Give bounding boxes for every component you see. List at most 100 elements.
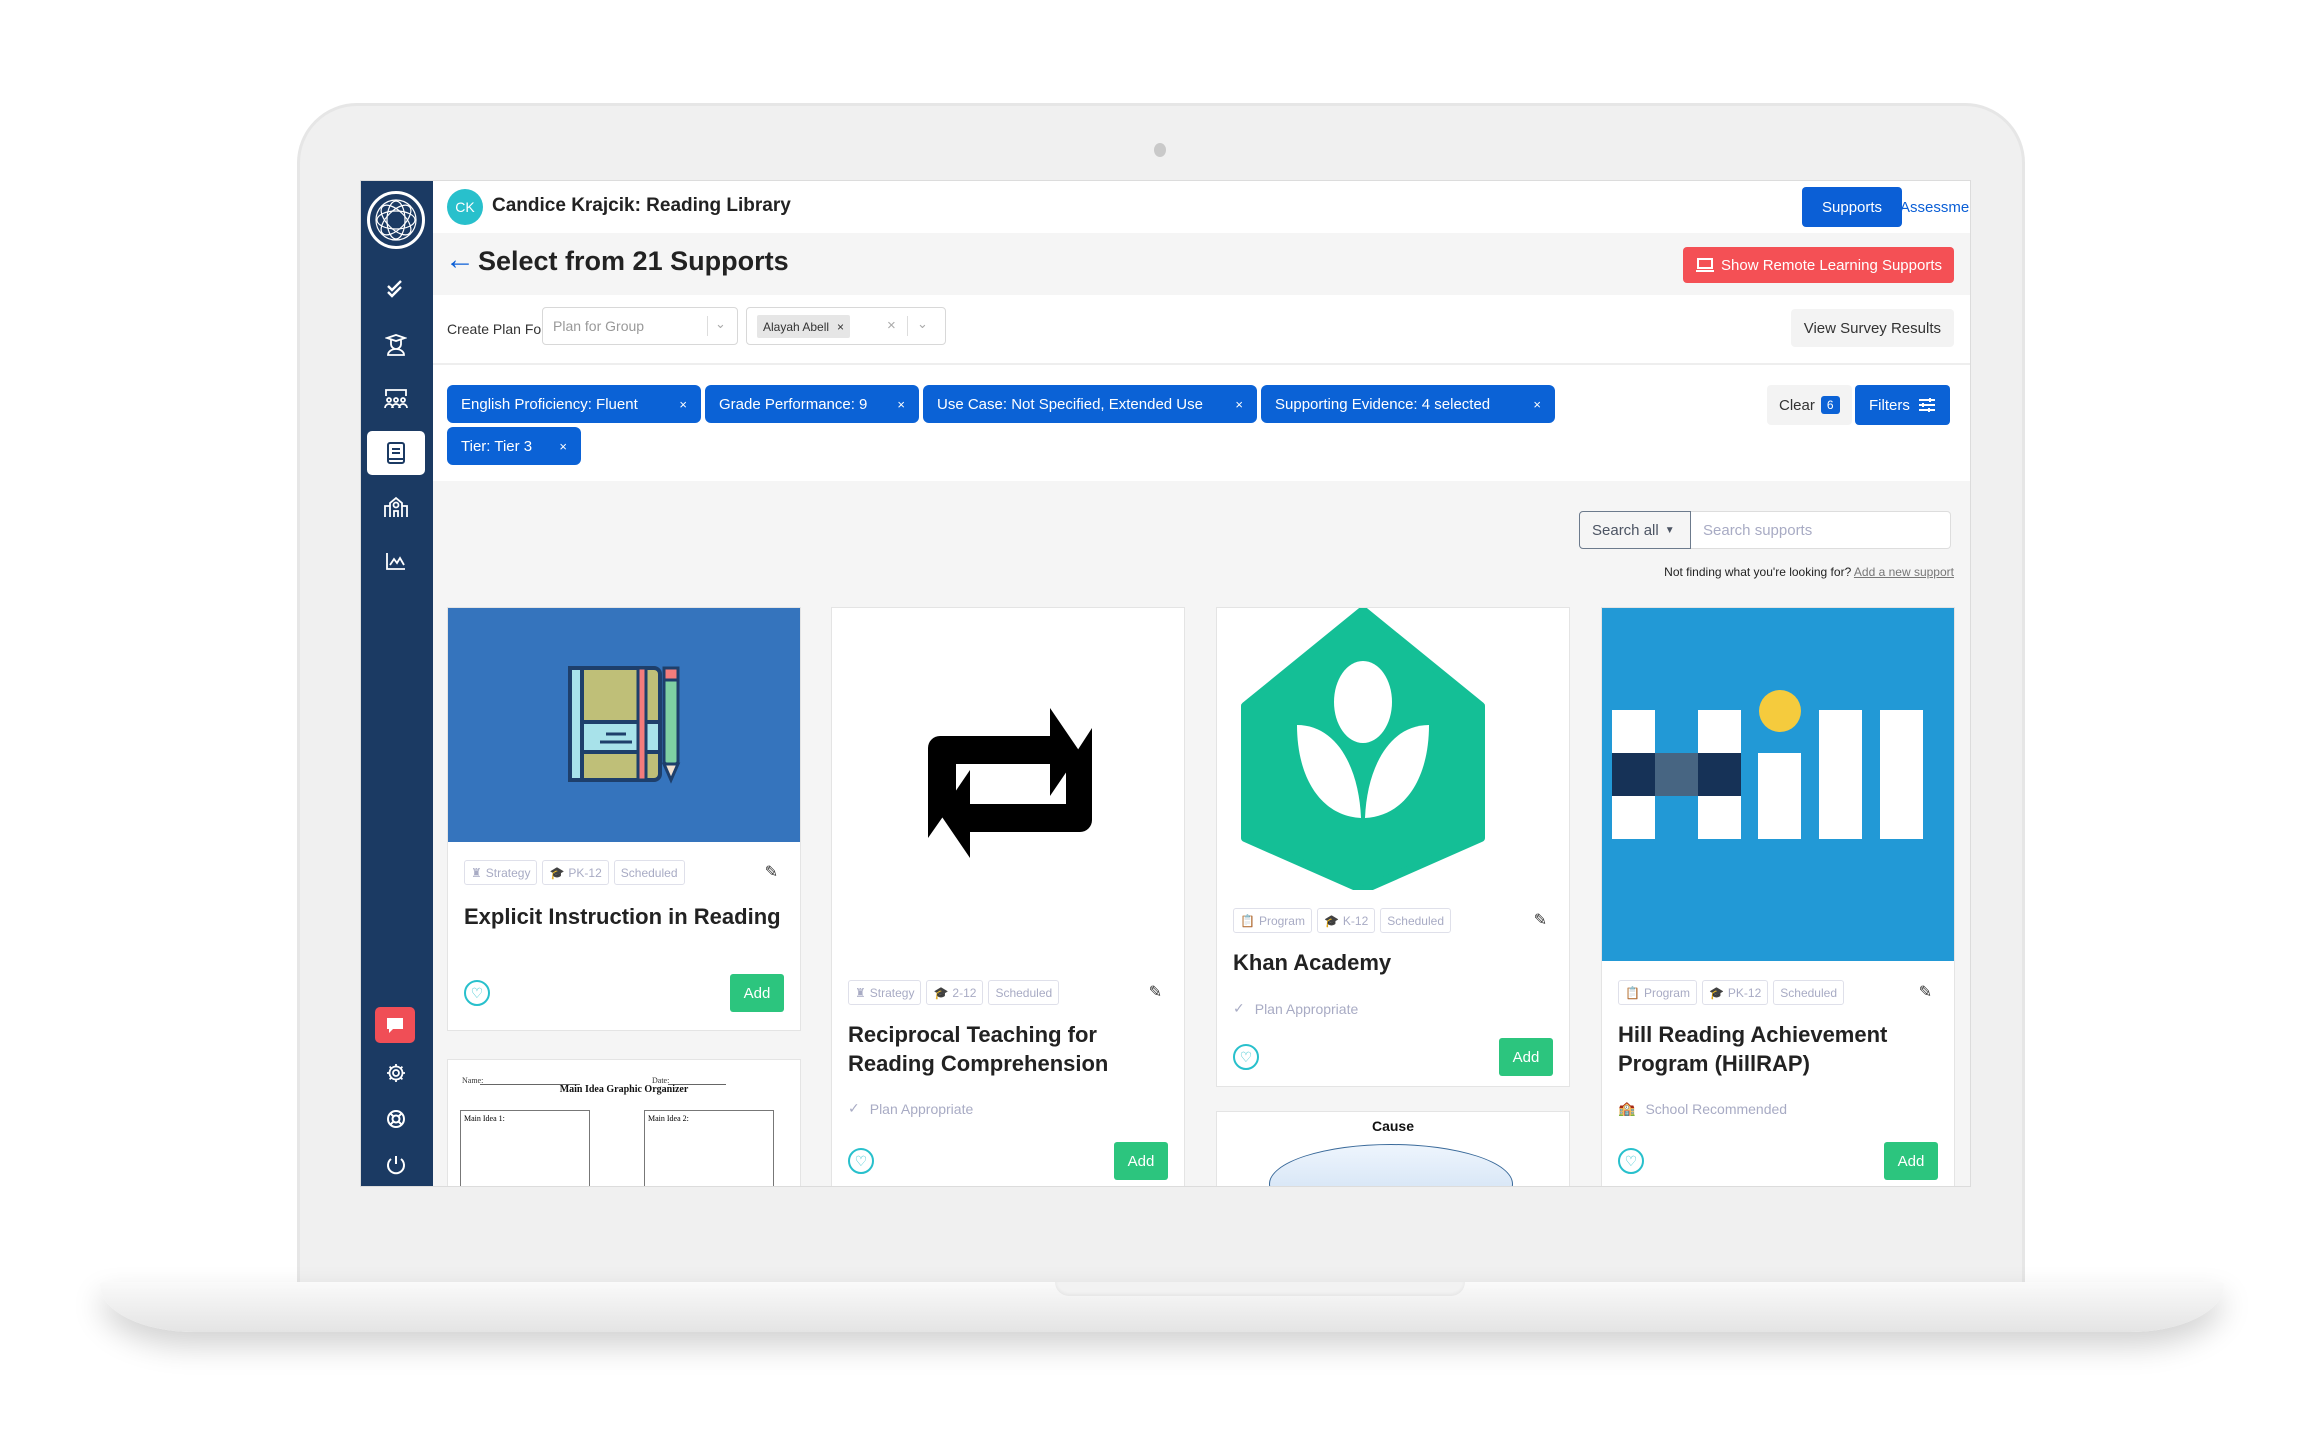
sidebar-item-library[interactable] xyxy=(367,431,425,475)
pencil-icon[interactable]: ✎ xyxy=(1534,910,1547,930)
support-card[interactable]: 📋 Program 🎓 K-12 Scheduled ✎ Khan Academy … xyxy=(1216,607,1570,1087)
plan-appropriate-note: ✓ Plan Appropriate xyxy=(848,1100,973,1117)
pencil-icon[interactable]: ✎ xyxy=(1919,982,1932,1002)
schedule-tag: Scheduled xyxy=(1380,908,1451,933)
view-survey-results-button[interactable]: View Survey Results xyxy=(1790,309,1954,347)
filter-chip[interactable]: English Proficiency: Fluent × xyxy=(447,385,701,423)
grade-label: PK-12 xyxy=(568,865,602,880)
type-tag: 📋 Program xyxy=(1618,980,1697,1005)
note-label: Plan Appropriate xyxy=(1254,1000,1359,1017)
cause-ellipse xyxy=(1269,1144,1513,1186)
main-idea-box: Main Idea 2: xyxy=(644,1110,774,1186)
type-label: Program xyxy=(1258,913,1305,928)
card-title[interactable]: Reciprocal Teaching for Reading Comprehe… xyxy=(848,1020,1168,1078)
schedule-tag: Scheduled xyxy=(1773,980,1844,1005)
avatar[interactable]: CK xyxy=(447,189,483,225)
repeat-arrows-icon xyxy=(928,708,1092,858)
card-tags: 📋 Program 🎓 PK-12 Scheduled xyxy=(1618,980,1844,1005)
filter-chip[interactable]: Use Case: Not Specified, Extended Use × xyxy=(923,385,1257,423)
card-title[interactable]: Khan Academy xyxy=(1233,948,1553,977)
sidebar-item-reports[interactable] xyxy=(367,539,425,583)
remove-student-icon[interactable]: × xyxy=(837,320,844,334)
support-card[interactable]: ♜ Strategy 🎓 PK-12 Scheduled ✎ Explicit In… xyxy=(447,607,801,1031)
pencil-icon[interactable]: ✎ xyxy=(765,862,778,882)
page-title: Select from 21 Supports xyxy=(478,246,789,276)
select-separator xyxy=(907,316,908,336)
favorite-heart-icon[interactable]: ♡ xyxy=(464,980,490,1006)
main-idea-box: Main Idea 1: xyxy=(460,1110,590,1186)
clear-filters-button[interactable]: Clear 6 xyxy=(1767,385,1852,425)
show-remote-learning-button[interactable]: Show Remote Learning Supports xyxy=(1683,247,1954,283)
remove-filter-icon[interactable]: × xyxy=(1235,397,1243,412)
filter-chip[interactable]: Tier: Tier 3 × xyxy=(447,427,581,465)
support-card-partial[interactable]: Name: Date: Main Idea Graphic Organizer … xyxy=(447,1059,801,1186)
laptop-notch xyxy=(1055,1282,1465,1296)
logo-icon xyxy=(375,199,417,241)
add-button[interactable]: Add xyxy=(1499,1038,1553,1076)
not-finding-label: Not finding what you're looking for? xyxy=(1664,565,1852,579)
selected-student-tag: Alayah Abell × xyxy=(757,315,851,338)
plan-group-select[interactable]: Plan for Group ⌄ xyxy=(542,307,738,345)
back-arrow-icon[interactable]: ← xyxy=(445,245,475,275)
note-label: Plan Appropriate xyxy=(869,1100,974,1117)
favorite-heart-icon[interactable]: ♡ xyxy=(1233,1044,1259,1070)
sidebar-item-tasks[interactable] xyxy=(367,267,425,311)
remove-filter-icon[interactable]: × xyxy=(897,397,905,412)
filters-button[interactable]: Filters xyxy=(1855,385,1950,425)
remove-filter-icon[interactable]: × xyxy=(1533,397,1541,412)
filter-chip[interactable]: Supporting Evidence: 4 selected × xyxy=(1261,385,1555,423)
app-logo[interactable] xyxy=(367,191,425,249)
favorite-heart-icon[interactable]: ♡ xyxy=(848,1148,874,1174)
schedule-tag: Scheduled xyxy=(988,980,1060,1005)
filters-label: Filters xyxy=(1869,396,1910,414)
chevron-down-icon[interactable]: ⌄ xyxy=(715,316,726,332)
plan-group-placeholder: Plan for Group xyxy=(553,318,645,334)
grade-tag: 🎓 PK-12 xyxy=(1701,980,1769,1005)
add-new-support-link[interactable]: Add a new support xyxy=(1854,565,1954,579)
sidebar-item-school[interactable] xyxy=(367,485,425,529)
sliders-icon xyxy=(1918,398,1935,412)
card-title[interactable]: Explicit Instruction in Reading xyxy=(464,902,784,931)
support-card[interactable]: ♜ Strategy 🎓 2-12 Scheduled ✎ Reciprocal T… xyxy=(831,607,1185,1186)
check-icon: ✓ xyxy=(848,1100,860,1116)
school-icon: 🏫 xyxy=(1618,1100,1636,1116)
sidebar-item-students[interactable] xyxy=(367,323,425,367)
support-card[interactable]: 📋 Program 🎓 PK-12 Scheduled ✎ Hill Reading… xyxy=(1601,607,1955,1186)
grade-tag: 🎓 2-12 xyxy=(926,980,984,1005)
add-button[interactable]: Add xyxy=(730,974,784,1012)
card-image xyxy=(448,608,800,842)
chevron-down-icon[interactable]: ⌄ xyxy=(917,316,928,332)
remove-filter-icon[interactable]: × xyxy=(679,397,687,412)
add-button[interactable]: Add xyxy=(1114,1142,1168,1180)
create-plan-label: Create Plan For xyxy=(447,321,546,337)
favorite-heart-icon[interactable]: ♡ xyxy=(1618,1148,1644,1174)
sidebar-item-groups[interactable] xyxy=(367,377,425,421)
card-tags: 📋 Program 🎓 K-12 Scheduled xyxy=(1233,908,1451,933)
pencil-icon[interactable]: ✎ xyxy=(1149,982,1162,1002)
card-title[interactable]: Hill Reading Achievement Program (HillRA… xyxy=(1618,1020,1938,1078)
search-input[interactable] xyxy=(1691,511,1951,549)
search-scope-dropdown[interactable]: Search all ▼ xyxy=(1579,511,1691,549)
graduation-cap-icon: 🎓 xyxy=(1323,913,1339,928)
graduation-cap-icon: 🎓 xyxy=(1708,985,1724,1000)
add-button[interactable]: Add xyxy=(1884,1142,1938,1180)
selected-student-name: Alayah Abell xyxy=(763,319,830,334)
support-card-partial[interactable]: Cause xyxy=(1216,1111,1570,1186)
sidebar-item-logout[interactable] xyxy=(367,1143,425,1186)
clear-select-icon[interactable]: × xyxy=(887,317,896,334)
sidebar-item-settings[interactable] xyxy=(367,1051,425,1095)
tab-assessments[interactable]: Assessments xyxy=(1880,187,1970,227)
app-screen: CK Candice Krajcik: Reading Library Supp… xyxy=(360,180,1971,1187)
laptop-base xyxy=(100,1282,2224,1332)
sidebar-item-chat[interactable] xyxy=(375,1007,415,1043)
search-bar: Search all ▼ xyxy=(1579,511,1951,549)
sidebar-item-help[interactable] xyxy=(367,1097,425,1141)
remove-filter-icon[interactable]: × xyxy=(559,439,567,454)
filter-chip[interactable]: Grade Performance: 9 × xyxy=(705,385,919,423)
type-tag: ♜ Strategy xyxy=(848,980,922,1005)
not-finding-text: Not finding what you're looking for? Add… xyxy=(1664,565,1954,579)
type-label: Strategy xyxy=(485,865,531,880)
student-select[interactable]: Alayah Abell × × ⌄ xyxy=(746,307,946,345)
clipboard-icon: 📋 xyxy=(1625,985,1640,1000)
filter-chip-label: Grade Performance: 9 xyxy=(719,395,868,413)
